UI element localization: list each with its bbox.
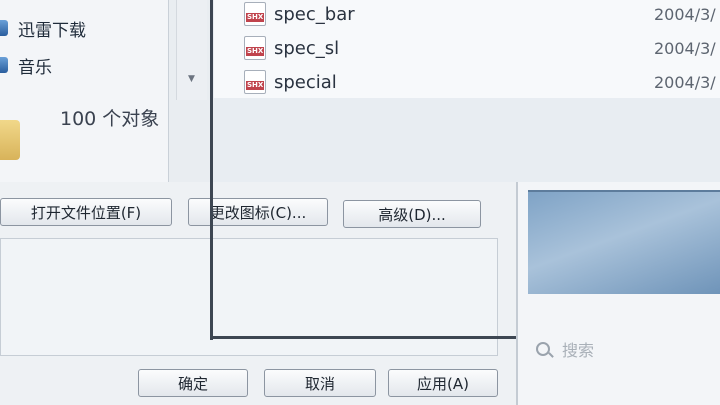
music-icon: [0, 57, 8, 73]
scroll-down-icon[interactable]: ▼: [188, 74, 195, 84]
file-type-badge: SHX: [246, 13, 265, 22]
file-list: SHX spec_bar 2004/3/ SHX spec_sl 2004/3/…: [214, 0, 720, 98]
file-date: 2004/3/: [654, 4, 716, 24]
navigation-pane: 迅雷下载 音乐: [0, 0, 169, 182]
shx-file-icon: SHX: [244, 70, 266, 94]
file-list-empty-area: [214, 98, 720, 182]
file-name: special: [274, 71, 337, 93]
change-icon-button[interactable]: 更改图标(C)...: [188, 198, 328, 226]
window-frame-left: [210, 0, 213, 340]
thunder-download-icon: [0, 20, 8, 36]
file-row[interactable]: SHX spec_bar 2004/3/: [214, 0, 720, 30]
advanced-button[interactable]: 高级(D)...: [343, 200, 481, 228]
apply-button[interactable]: 应用(A): [388, 369, 498, 397]
nav-item-label: 迅雷下载: [18, 20, 86, 41]
ok-button[interactable]: 确定: [138, 369, 248, 397]
object-count: 100 个对象: [60, 108, 160, 130]
file-type-badge: SHX: [246, 47, 265, 56]
file-row[interactable]: SHX spec_sl 2004/3/: [214, 32, 720, 64]
nav-scrollbar[interactable]: ▼: [176, 0, 207, 100]
nav-item-thunder-download[interactable]: 迅雷下载: [0, 15, 86, 41]
file-name: spec_sl: [274, 37, 340, 59]
file-row[interactable]: SHX special 2004/3/: [214, 66, 720, 98]
nav-item-label: 音乐: [18, 57, 52, 78]
file-date: 2004/3/: [654, 38, 716, 58]
search-icon: [536, 342, 550, 356]
shx-file-icon: SHX: [244, 2, 266, 26]
file-type-badge: SHX: [246, 81, 265, 90]
shx-file-icon: SHX: [244, 36, 266, 60]
cancel-button[interactable]: 取消: [264, 369, 376, 397]
folder-icon: [0, 120, 20, 160]
nav-item-music[interactable]: 音乐: [0, 52, 52, 78]
file-date: 2004/3/: [654, 72, 716, 92]
search-placeholder: 搜索: [562, 341, 595, 360]
preview-image: [528, 190, 720, 294]
search-box[interactable]: 搜索: [528, 332, 720, 366]
file-name: spec_bar: [274, 3, 355, 25]
open-file-location-button[interactable]: 打开文件位置(F): [0, 198, 172, 226]
